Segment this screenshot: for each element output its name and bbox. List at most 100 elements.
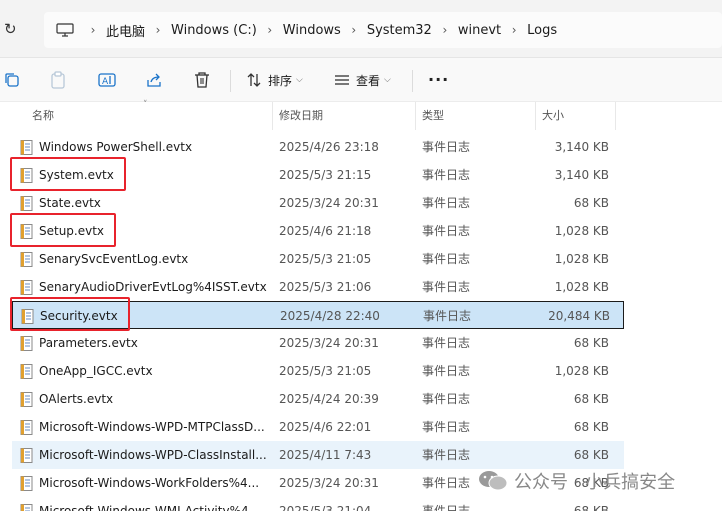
svg-text:A: A	[102, 77, 109, 87]
sort-button[interactable]: 排序 ⌵	[246, 68, 303, 92]
event-log-file-icon	[20, 280, 33, 295]
file-row[interactable]: State.evtx 2025/3/24 20:31 事件日志 68 KB	[12, 189, 624, 217]
trash-icon	[195, 72, 209, 88]
column-header-name[interactable]: 名称	[26, 102, 273, 130]
file-name: Parameters.evtx	[39, 336, 138, 350]
file-name: OneApp_IGCC.evtx	[39, 364, 153, 378]
file-name: Setup.evtx	[39, 224, 105, 238]
file-size: 68 KB	[573, 420, 609, 434]
file-type: 事件日志	[422, 196, 471, 210]
file-type: 事件日志	[422, 364, 471, 378]
column-header-date[interactable]: 修改日期	[273, 102, 416, 130]
file-size: 1,028 KB	[554, 364, 609, 378]
file-modified-date: 2025/4/6 21:18	[279, 224, 372, 238]
copy-icon	[5, 73, 19, 87]
toolbar-divider	[230, 70, 231, 92]
paste-button[interactable]	[50, 68, 66, 92]
column-header-row: ˅ 名称 修改日期 类型 大小	[0, 100, 722, 130]
file-type: 事件日志	[422, 420, 471, 434]
file-row[interactable]: SenaryAudioDriverEvtLog%4ISST.evtx 2025/5…	[12, 273, 624, 301]
file-row[interactable]: OneApp_IGCC.evtx 2025/5/3 21:05 事件日志 1,028 …	[12, 357, 624, 385]
file-type: 事件日志	[422, 392, 471, 406]
file-row[interactable]: System.evtx 2025/5/3 21:15 事件日志 3,140 KB	[12, 161, 624, 189]
file-modified-date: 2025/4/6 22:01	[279, 420, 372, 434]
chevron-right-icon[interactable]: ›	[501, 23, 527, 37]
column-header-size[interactable]: 大小	[536, 102, 616, 130]
share-button[interactable]	[146, 68, 162, 92]
event-log-file-icon	[20, 448, 33, 463]
file-row[interactable]: Parameters.evtx 2025/3/24 20:31 事件日志 68 KB	[12, 329, 624, 357]
file-name: Microsoft-Windows-WPD-MTPClassD...	[39, 420, 265, 434]
event-log-file-icon	[20, 224, 33, 239]
watermark-text: 公众号 · 小兵搞安全	[514, 472, 676, 493]
view-list-icon	[335, 75, 349, 85]
file-type: 事件日志	[422, 140, 471, 154]
file-row[interactable]: Microsoft-Windows-WMI-Activity%4... 2025/…	[12, 497, 624, 511]
event-log-file-icon	[20, 140, 33, 155]
file-name: Windows PowerShell.evtx	[39, 140, 193, 154]
rename-icon: A	[98, 73, 116, 87]
file-name: Microsoft-Windows-WPD-ClassInstall...	[39, 448, 267, 462]
file-type: 事件日志	[422, 336, 471, 350]
file-size: 68 KB	[573, 336, 609, 350]
command-bar: A 排序 ⌵ 查看 ⌵ ···	[0, 58, 722, 102]
chevron-right-icon[interactable]: ›	[341, 23, 367, 37]
computer-icon	[56, 23, 74, 37]
file-name: State.evtx	[39, 196, 101, 210]
file-name: SenaryAudioDriverEvtLog%4ISST.evtx	[39, 280, 267, 294]
view-button[interactable]: 查看 ⌵	[334, 68, 391, 92]
file-row[interactable]: SenarySvcEventLog.evtx 2025/5/3 21:05 事件日志…	[12, 245, 624, 273]
more-options-button[interactable]: ···	[428, 70, 449, 89]
refresh-icon[interactable]: ↻	[4, 20, 17, 38]
event-log-file-icon	[21, 309, 34, 324]
event-log-file-icon	[20, 252, 33, 267]
file-size: 3,140 KB	[554, 140, 609, 154]
file-row[interactable]: Microsoft-Windows-WPD-MTPClassD... 2025/4…	[12, 413, 624, 441]
file-type: 事件日志	[422, 168, 471, 182]
event-log-file-icon	[20, 364, 33, 379]
rename-button[interactable]: A	[98, 68, 116, 92]
chevron-right-icon[interactable]: ›	[80, 23, 106, 37]
delete-button[interactable]	[194, 68, 210, 92]
chevron-down-icon: ⌵	[384, 75, 391, 85]
file-row[interactable]: Setup.evtx 2025/4/6 21:18 事件日志 1,028 KB	[12, 217, 624, 245]
file-name: System.evtx	[39, 168, 114, 182]
file-type: 事件日志	[422, 252, 471, 266]
file-modified-date: 2025/3/24 20:31	[279, 476, 379, 490]
breadcrumb-winevt[interactable]: winevt	[458, 23, 501, 38]
file-list: Windows PowerShell.evtx 2025/4/26 23:18 事件…	[0, 133, 722, 511]
breadcrumb-this-pc[interactable]: 此电脑	[106, 21, 145, 40]
share-icon	[147, 73, 161, 87]
column-header-type[interactable]: 类型	[416, 102, 536, 130]
file-name: Microsoft-Windows-WMI-Activity%4...	[39, 504, 261, 511]
file-row[interactable]: Windows PowerShell.evtx 2025/4/26 23:18 事件…	[12, 133, 624, 161]
file-row[interactable]: Microsoft-Windows-WPD-ClassInstall... 202…	[12, 441, 624, 469]
address-bar: ↻ › 此电脑 › Windows (C:) › Windows › Syste…	[0, 0, 722, 58]
copy-button[interactable]	[4, 68, 20, 92]
chevron-right-icon[interactable]: ›	[257, 23, 283, 37]
file-modified-date: 2025/5/3 21:05	[279, 252, 372, 266]
file-size: 68 KB	[573, 392, 609, 406]
file-size: 20,484 KB	[548, 309, 610, 323]
event-log-file-icon	[20, 196, 33, 211]
chevron-right-icon[interactable]: ›	[432, 23, 458, 37]
file-size: 1,028 KB	[554, 280, 609, 294]
file-modified-date: 2025/5/3 21:15	[279, 168, 372, 182]
view-label: 查看	[356, 73, 381, 88]
file-row[interactable]: Security.evtx 2025/4/28 22:40 事件日志 20,484 K…	[12, 301, 624, 329]
breadcrumb-windows[interactable]: Windows	[283, 23, 341, 38]
sort-icon	[247, 73, 261, 87]
sort-label: 排序	[268, 73, 293, 88]
file-size: 68 KB	[573, 196, 609, 210]
event-log-file-icon	[20, 476, 33, 491]
file-type: 事件日志	[422, 504, 471, 511]
breadcrumb[interactable]: › 此电脑 › Windows (C:) › Windows › System3…	[44, 12, 722, 48]
breadcrumb-c-drive[interactable]: Windows (C:)	[171, 23, 257, 38]
breadcrumb-logs[interactable]: Logs	[527, 23, 557, 38]
breadcrumb-system32[interactable]: System32	[367, 23, 432, 38]
file-modified-date: 2025/5/3 21:05	[279, 364, 372, 378]
chevron-right-icon[interactable]: ›	[145, 23, 171, 37]
file-row[interactable]: OAlerts.evtx 2025/4/24 20:39 事件日志 68 KB	[12, 385, 624, 413]
file-size: 3,140 KB	[554, 168, 609, 182]
wechat-icon	[479, 471, 508, 491]
